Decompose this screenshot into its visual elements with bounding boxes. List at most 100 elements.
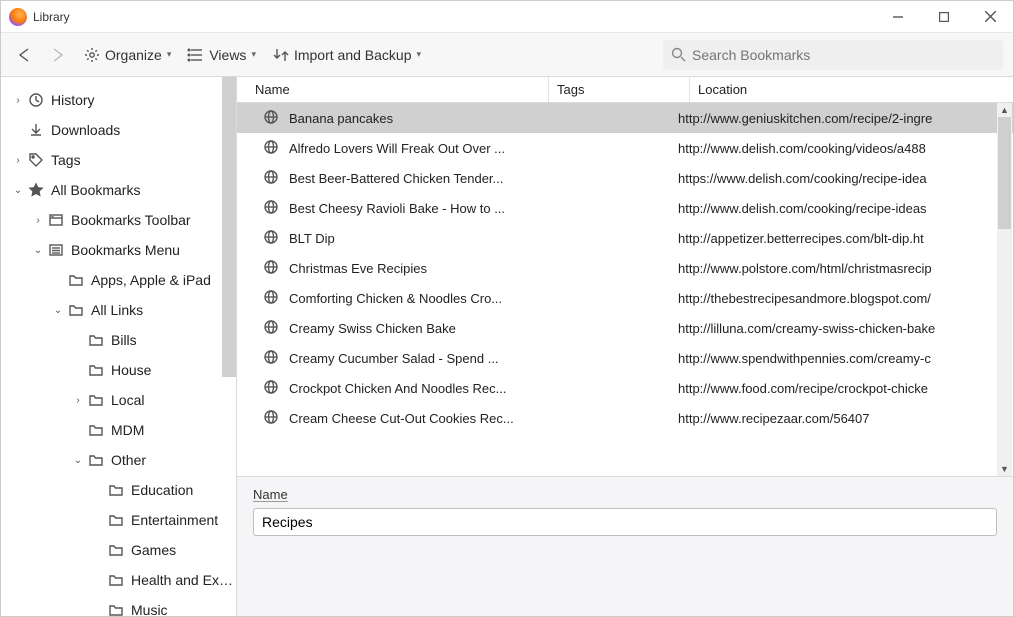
search-input[interactable] [692, 47, 995, 63]
gear-icon [83, 46, 101, 64]
globe-icon [263, 169, 281, 187]
bookmark-location: http://appetizer.betterrecipes.com/blt-d… [678, 231, 1013, 246]
globe-icon [263, 289, 281, 307]
bookmark-row[interactable]: Crockpot Chicken And Noodles Rec...http:… [237, 373, 1013, 403]
tree-twisty[interactable]: ⌄ [71, 455, 85, 466]
details-name-input[interactable] [253, 508, 997, 536]
tree-item[interactable]: ⌄ Bookmarks Menu [1, 235, 236, 265]
bookmark-location: https://www.delish.com/cooking/recipe-id… [678, 171, 1013, 186]
tree-item-label: Local [111, 392, 144, 408]
tree-item[interactable]: House [1, 355, 236, 385]
tree-twisty[interactable]: › [71, 395, 85, 406]
tree-twisty[interactable]: › [11, 95, 25, 106]
tree-item[interactable]: MDM [1, 415, 236, 445]
bookmark-row[interactable]: Alfredo Lovers Will Freak Out Over ... ht… [237, 133, 1013, 163]
tree-item[interactable]: Apps, Apple & iPad [1, 265, 236, 295]
bookmark-name: Crockpot Chicken And Noodles Rec... [289, 381, 537, 396]
tree-item[interactable]: › Tags [1, 145, 236, 175]
list-scrollbar[interactable]: ▲ ▼ [997, 103, 1012, 476]
bookmark-location: http://www.delish.com/cooking/videos/a48… [678, 141, 1013, 156]
bookmark-name: Christmas Eve Recipies [289, 261, 537, 276]
bookmark-row[interactable]: Creamy Swiss Chicken Bakehttp://lilluna.… [237, 313, 1013, 343]
tree-item-label: Bookmarks Menu [71, 242, 180, 258]
bookmark-row[interactable]: Best Beer-Battered Chicken Tender... http… [237, 163, 1013, 193]
bookmark-row[interactable]: Comforting Chicken & Noodles Cro...http:… [237, 283, 1013, 313]
maximize-button[interactable] [921, 1, 967, 33]
close-button[interactable] [967, 1, 1013, 33]
bookmark-name: Creamy Swiss Chicken Bake [289, 321, 537, 336]
details-name-label: Name [253, 487, 288, 502]
globe-icon [263, 349, 281, 367]
tree-item[interactable]: ⌄All Links [1, 295, 236, 325]
column-header-location[interactable]: Location [690, 77, 1013, 102]
search-field[interactable] [663, 40, 1003, 70]
tree-item[interactable]: Music [1, 595, 236, 616]
tree-item-label: Entertainment [131, 512, 218, 528]
scroll-up-button[interactable]: ▲ [997, 103, 1012, 117]
tree-twisty[interactable]: ⌄ [31, 245, 45, 256]
bookmark-name: Banana pancakes [289, 111, 537, 126]
bookmark-location: http://www.geniuskitchen.com/recipe/2-in… [678, 111, 1013, 126]
globe-icon [263, 229, 281, 247]
tree-item[interactable]: ⌄Other [1, 445, 236, 475]
tree-item-label: Games [131, 542, 176, 558]
bookmark-row[interactable]: Cream Cheese Cut-Out Cookies Rec...http:… [237, 403, 1013, 433]
organize-menu[interactable]: Organize ▾ [79, 42, 175, 68]
tree-twisty[interactable]: ⌄ [11, 185, 25, 196]
globe-icon [263, 319, 281, 337]
tree-twisty[interactable]: › [11, 155, 25, 166]
column-header-tags[interactable]: Tags [549, 77, 690, 102]
bookmark-row[interactable]: BLT Dip http://appetizer.betterrecipes.co… [237, 223, 1013, 253]
menu-icon [47, 241, 65, 259]
bookmark-location: http://www.spendwithpennies.com/creamy-c [678, 351, 1013, 366]
tree-item[interactable]: › Local [1, 385, 236, 415]
tree-item[interactable]: Education [1, 475, 236, 505]
globe-icon [263, 379, 281, 397]
scroll-down-button[interactable]: ▼ [997, 462, 1012, 476]
star-icon [27, 181, 45, 199]
globe-icon [263, 139, 281, 157]
back-button[interactable] [11, 42, 37, 68]
minimize-button[interactable] [875, 1, 921, 33]
folder-icon [87, 331, 105, 349]
tag-icon [27, 151, 45, 169]
bookmark-name: Best Beer-Battered Chicken Tender... [289, 171, 537, 186]
folder-icon [107, 541, 125, 559]
bookmark-row[interactable]: Best Cheesy Ravioli Bake - How to ...htt… [237, 193, 1013, 223]
folder-icon [67, 301, 85, 319]
search-icon [671, 47, 686, 62]
bookmark-row[interactable]: Christmas Eve Recipies http://www.polstor… [237, 253, 1013, 283]
bookmark-row[interactable]: Creamy Cucumber Salad - Spend ...http://… [237, 343, 1013, 373]
tree-item[interactable]: ›History [1, 85, 236, 115]
chevron-down-icon: ▾ [251, 49, 256, 60]
bookmark-location: http://thebestrecipesandmore.blogspot.co… [678, 291, 1013, 306]
tree-twisty[interactable]: › [31, 215, 45, 226]
folder-icon [107, 601, 125, 616]
bookmark-name: Cream Cheese Cut-Out Cookies Rec... [289, 411, 537, 426]
tree-item[interactable]: Bills [1, 325, 236, 355]
tree-item[interactable]: ⌄All Bookmarks [1, 175, 236, 205]
tree-item[interactable]: Entertainment [1, 505, 236, 535]
bookmark-name: BLT Dip [289, 231, 537, 246]
tree-item-label: Education [131, 482, 193, 498]
tree-item[interactable]: Downloads [1, 115, 236, 145]
bookmark-location: http://www.polstore.com/html/christmasre… [678, 261, 1013, 276]
tree-item-label: Apps, Apple & iPad [91, 272, 211, 288]
bookmark-row[interactable]: Banana pancakes http://www.geniuskitchen.… [237, 103, 1013, 133]
tree-item[interactable]: Health and Exercise [1, 565, 236, 595]
import-backup-menu[interactable]: Import and Backup ▾ [268, 42, 425, 68]
tree-item[interactable]: Games [1, 535, 236, 565]
sidebar-scrollbar[interactable] [222, 77, 236, 377]
column-header-name[interactable]: Name [247, 77, 549, 102]
scroll-thumb[interactable] [998, 117, 1011, 229]
views-menu[interactable]: Views ▾ [183, 42, 260, 68]
tree-item-label: Tags [51, 152, 81, 168]
tree-twisty[interactable]: ⌄ [51, 305, 65, 316]
tree-item[interactable]: ›Bookmarks Toolbar [1, 205, 236, 235]
folder-icon [87, 391, 105, 409]
list-icon [187, 46, 205, 64]
bookmark-name: Alfredo Lovers Will Freak Out Over ... [289, 141, 537, 156]
toolbar-icon [47, 211, 65, 229]
folder-icon [67, 271, 85, 289]
window-title: Library [33, 10, 70, 24]
